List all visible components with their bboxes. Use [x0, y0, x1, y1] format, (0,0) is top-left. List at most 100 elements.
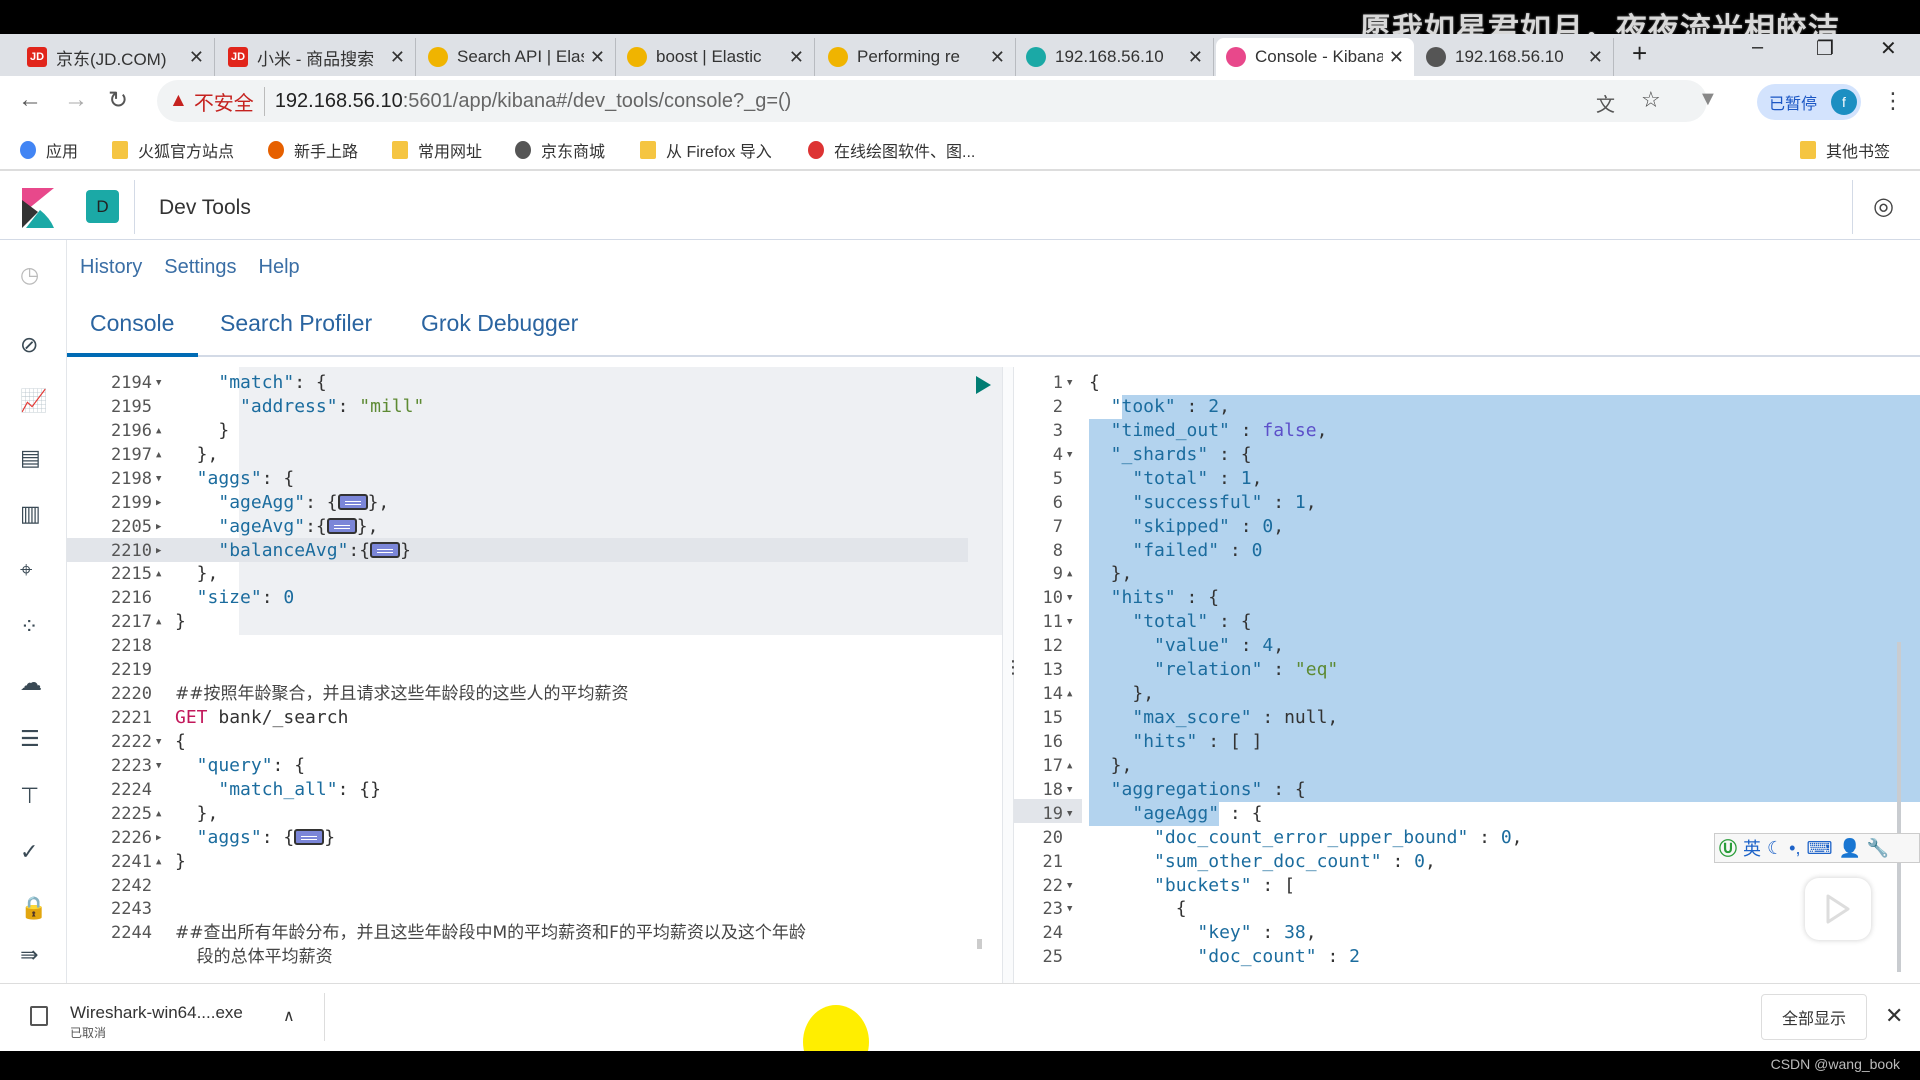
- fold-toggle-icon[interactable]: ▲: [156, 419, 161, 443]
- collapsed-block-icon[interactable]: [326, 517, 357, 534]
- help-link[interactable]: Help: [259, 256, 300, 278]
- keyboard-icon[interactable]: ⌨: [1806, 838, 1832, 859]
- bookmark-other[interactable]: 其他书签: [1800, 138, 1890, 162]
- user-icon[interactable]: 👤: [1838, 838, 1860, 859]
- close-tab-icon[interactable]: ✕: [189, 47, 204, 68]
- fold-toggle-icon[interactable]: ▼: [1067, 586, 1072, 610]
- tab-search-profiler[interactable]: Search Profiler: [220, 310, 372, 337]
- collapse-nav-icon[interactable]: ⇛: [20, 942, 46, 968]
- browser-tab[interactable]: 192.168.56.10 ✕: [1016, 38, 1214, 76]
- punctuation-icon[interactable]: •,: [1789, 838, 1800, 859]
- recently-viewed-clock-icon[interactable]: ◷: [20, 262, 46, 288]
- close-tab-icon[interactable]: ✕: [1188, 47, 1203, 68]
- response-viewer[interactable]: 1 ▼{2 "took" : 2, 3 "timed_out" : false, 4 ▼ "_…: [1014, 367, 1920, 983]
- dashboard-icon[interactable]: ▤: [20, 445, 46, 471]
- scrollbar-thumb[interactable]: [977, 939, 982, 949]
- forward-icon[interactable]: →: [64, 86, 88, 114]
- minimize-icon[interactable]: –: [1752, 36, 1763, 59]
- tab-console[interactable]: Console: [90, 310, 174, 337]
- collapsed-block-icon[interactable]: [294, 828, 325, 845]
- show-all-downloads-button[interactable]: 全部显示: [1761, 994, 1867, 1040]
- bookmark-item[interactable]: 从 Firefox 导入: [640, 138, 772, 162]
- expand-fold-icon[interactable]: ▶: [156, 539, 161, 563]
- fold-toggle-icon[interactable]: ▼: [1067, 802, 1072, 826]
- canvas-icon[interactable]: ▥: [20, 501, 46, 527]
- close-tab-icon[interactable]: ✕: [789, 47, 804, 68]
- discover-compass-icon[interactable]: ⊘: [20, 332, 46, 358]
- bookmark-star-icon[interactable]: ☆: [1641, 87, 1661, 113]
- scrollbar-thumb[interactable]: [1897, 642, 1901, 972]
- moon-icon[interactable]: ☾: [1767, 838, 1783, 859]
- fold-toggle-icon[interactable]: ▲: [1067, 754, 1072, 778]
- send-request-button[interactable]: [973, 375, 993, 395]
- close-tab-icon[interactable]: ✕: [990, 47, 1005, 68]
- collapsed-block-icon[interactable]: [337, 493, 368, 510]
- expand-fold-icon[interactable]: ▶: [156, 826, 161, 850]
- browser-tab[interactable]: Console - Kibana ✕: [1216, 38, 1414, 76]
- bookmark-item[interactable]: 常用网址: [392, 138, 482, 162]
- help-menu-icon[interactable]: ◎: [1873, 192, 1894, 221]
- address-bar[interactable]: ▲ 不安全 192.168.56.10:5601/app/kibana#/dev…: [157, 80, 1707, 122]
- close-tab-icon[interactable]: ✕: [390, 47, 405, 68]
- close-tab-icon[interactable]: ✕: [1588, 47, 1603, 68]
- bookmark-item[interactable]: 新手上路: [268, 138, 358, 162]
- download-filename[interactable]: Wireshark-win64....exe: [70, 1003, 243, 1023]
- fold-toggle-icon[interactable]: ▲: [156, 850, 161, 874]
- fold-toggle-icon[interactable]: ▲: [1067, 562, 1072, 586]
- browser-tab[interactable]: JD 京东(JD.COM) ✕: [17, 38, 215, 76]
- back-icon[interactable]: ←: [18, 86, 42, 114]
- expand-fold-icon[interactable]: ▶: [156, 515, 161, 539]
- collapsed-block-icon[interactable]: [370, 541, 401, 558]
- extension-icon[interactable]: ▼: [1698, 88, 1718, 111]
- fold-toggle-icon[interactable]: ▲: [156, 802, 161, 826]
- fold-toggle-icon[interactable]: ▼: [1067, 874, 1072, 898]
- fold-toggle-icon[interactable]: ▼: [1067, 778, 1072, 802]
- logs-icon[interactable]: ☰: [20, 726, 46, 752]
- translate-icon[interactable]: ⽂: [1596, 90, 1615, 117]
- fold-toggle-icon[interactable]: ▼: [1067, 610, 1072, 634]
- video-play-button[interactable]: [1805, 878, 1871, 940]
- apm-icon[interactable]: ⊤: [20, 783, 46, 809]
- bookmark-item[interactable]: 应用: [20, 138, 78, 162]
- history-link[interactable]: History: [80, 256, 142, 278]
- siem-lock-icon[interactable]: 🔒: [20, 895, 47, 921]
- chevron-up-icon[interactable]: ∧: [283, 1006, 295, 1026]
- pane-resizer[interactable]: ⋮: [1002, 367, 1022, 983]
- bookmark-item[interactable]: 在线绘图软件、图...: [808, 138, 975, 162]
- close-tab-icon[interactable]: ✕: [1389, 47, 1404, 68]
- space-avatar[interactable]: D: [86, 190, 119, 223]
- request-editor[interactable]: 2194 ▼ "match": {2195 "address": "mill" 2196…: [67, 367, 1002, 983]
- fold-toggle-icon[interactable]: ▲: [156, 443, 161, 467]
- infrastructure-icon[interactable]: ☁: [20, 670, 46, 696]
- fold-toggle-icon[interactable]: ▼: [156, 730, 161, 754]
- fold-toggle-icon[interactable]: ▼: [1067, 897, 1072, 921]
- fold-toggle-icon[interactable]: ▲: [156, 610, 161, 634]
- close-download-bar-icon[interactable]: ✕: [1885, 1003, 1903, 1029]
- browser-menu-icon[interactable]: ⋮: [1882, 88, 1904, 114]
- browser-tab[interactable]: boost | Elastic ✕: [617, 38, 815, 76]
- tab-grok-debugger[interactable]: Grok Debugger: [421, 310, 578, 337]
- fold-toggle-icon[interactable]: ▲: [1067, 682, 1072, 706]
- fold-toggle-icon[interactable]: ▼: [156, 371, 161, 395]
- reload-icon[interactable]: ↻: [108, 86, 128, 115]
- browser-tab[interactable]: Performing re ✕: [818, 38, 1016, 76]
- profile-paused-button[interactable]: 已暂停 f: [1757, 84, 1861, 120]
- restore-icon[interactable]: ❐: [1816, 36, 1834, 61]
- settings-link[interactable]: Settings: [164, 256, 236, 278]
- wrench-icon[interactable]: 🔧: [1867, 838, 1889, 859]
- close-window-icon[interactable]: ✕: [1880, 36, 1897, 61]
- fold-toggle-icon[interactable]: ▼: [156, 467, 161, 491]
- ime-language[interactable]: 英: [1743, 835, 1761, 861]
- visualize-chart-icon[interactable]: 📈: [20, 388, 47, 414]
- fold-toggle-icon[interactable]: ▼: [1067, 443, 1072, 467]
- expand-fold-icon[interactable]: ▶: [156, 491, 161, 515]
- fold-toggle-icon[interactable]: ▲: [156, 562, 161, 586]
- uptime-icon[interactable]: ✓: [20, 839, 46, 865]
- ml-icon[interactable]: ⁘: [20, 614, 46, 640]
- new-tab-button[interactable]: +: [1632, 38, 1647, 69]
- close-tab-icon[interactable]: ✕: [590, 47, 605, 68]
- maps-icon[interactable]: ⌖: [20, 557, 46, 583]
- browser-tab[interactable]: JD 小米 - 商品搜索 ✕: [218, 38, 416, 76]
- ime-toolbar[interactable]: Ⓤ 英 ☾ •, ⌨ 👤 🔧: [1714, 833, 1920, 863]
- bookmark-item[interactable]: 火狐官方站点: [112, 138, 234, 162]
